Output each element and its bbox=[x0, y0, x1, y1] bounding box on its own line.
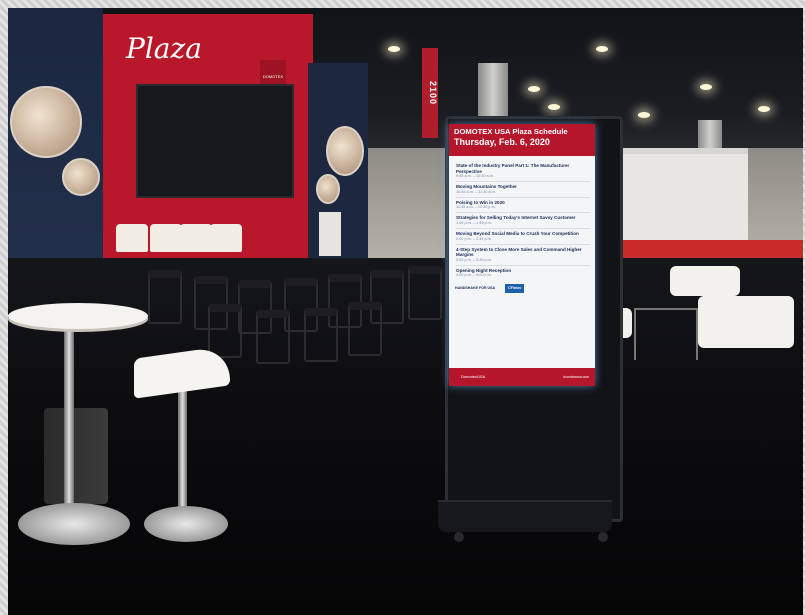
kiosk-base bbox=[438, 500, 612, 532]
audience-chair bbox=[148, 270, 182, 324]
session-time: 9:45 a.m. – 10:30 a.m. bbox=[456, 174, 494, 179]
table-base bbox=[18, 503, 130, 545]
session-item: Moving Mountains Together 10:45 a.m. – 1… bbox=[456, 182, 590, 198]
session-time: 10:45 a.m. – 11:30 a.m. bbox=[456, 189, 496, 194]
session-title: Moving Beyond Social Media to Crush Your… bbox=[456, 230, 579, 236]
session-time: 1:00 p.m. – 1:45 p.m. bbox=[456, 220, 492, 225]
podium bbox=[319, 212, 341, 256]
stool-pole bbox=[178, 388, 187, 518]
lounge-chair bbox=[698, 296, 794, 348]
audience-chair bbox=[348, 302, 382, 356]
schedule-title: DOMOTEX USA Plaza Schedule bbox=[454, 127, 568, 136]
ceiling-light bbox=[700, 84, 712, 90]
sponsor-logo: HANDSHAKE FOR USA bbox=[455, 286, 496, 291]
footer-logo: DomotexUSA bbox=[461, 374, 486, 379]
kiosk-screen: DOMOTEX USA Plaza Schedule Thursday, Feb… bbox=[449, 124, 595, 386]
session-time: 2:00 p.m. – 2:45 p.m. bbox=[456, 236, 492, 241]
session-title: State of the Industry Panel Part 1: The … bbox=[456, 163, 570, 174]
kiosk-wheel bbox=[454, 532, 464, 542]
side-table bbox=[634, 308, 698, 360]
audience-chair bbox=[208, 304, 242, 358]
session-item: State of the Industry Panel Part 1: The … bbox=[456, 161, 590, 183]
stage-chair bbox=[116, 224, 148, 252]
stage-chair bbox=[180, 224, 212, 252]
schedule-header: DOMOTEX USA Plaza Schedule Thursday, Feb… bbox=[449, 124, 595, 156]
session-item: Opening Night Reception 4:00 p.m. – 6:00… bbox=[456, 266, 590, 281]
session-item: Strategies for Selling Today's Internet … bbox=[456, 213, 590, 229]
ceiling-light bbox=[638, 112, 650, 118]
circle-photo bbox=[62, 158, 100, 196]
session-time: 3:00 p.m. – 3:45 p.m. bbox=[456, 257, 492, 262]
stage-chair bbox=[210, 224, 242, 252]
circle-photo bbox=[316, 174, 340, 204]
ceiling-light bbox=[548, 104, 560, 110]
booth-structure bbox=[608, 148, 748, 254]
plaza-logo: Plaza bbox=[126, 32, 202, 65]
stool-base bbox=[144, 506, 228, 542]
high-table bbox=[8, 303, 148, 329]
lounge-chair bbox=[670, 266, 740, 296]
schedule-footer: DomotexUSA domotexusa.com bbox=[449, 368, 595, 386]
trash-bin bbox=[44, 408, 108, 504]
stage-screen bbox=[136, 84, 294, 198]
session-item: Moving Beyond Social Media to Crush Your… bbox=[456, 229, 590, 245]
hall-banner: 2100 bbox=[422, 48, 438, 138]
ceiling-light bbox=[596, 46, 608, 52]
circle-photo bbox=[326, 126, 364, 176]
table-pole bbox=[64, 326, 74, 516]
audience-chair bbox=[408, 266, 442, 320]
session-item: 4-Step System to Close More Sales and Co… bbox=[456, 245, 590, 266]
session-item: Poising to Win in 2020 11:45 a.m. – 12:3… bbox=[456, 198, 590, 214]
audience-chair bbox=[304, 308, 338, 362]
sponsor-logo: CFIntec bbox=[505, 284, 525, 293]
session-time: 4:00 p.m. – 6:00 p.m. bbox=[456, 273, 492, 278]
audience-chair bbox=[256, 310, 290, 364]
stage-chair bbox=[150, 224, 182, 252]
session-list: State of the Industry Panel Part 1: The … bbox=[449, 156, 595, 280]
sponsor-row: HANDSHAKE FOR USA CFIntec bbox=[449, 280, 595, 296]
session-title: 4-Step System to Close More Sales and Co… bbox=[456, 246, 582, 258]
ceiling-light bbox=[758, 106, 770, 112]
ceiling-light bbox=[388, 46, 400, 52]
session-time: 11:45 a.m. – 12:30 p.m. bbox=[456, 205, 496, 210]
circle-photo bbox=[10, 86, 82, 158]
kiosk-wheel bbox=[598, 532, 608, 542]
schedule-date: Thursday, Feb. 6, 2020 bbox=[454, 137, 550, 147]
ceiling-light bbox=[528, 86, 540, 92]
footer-url: domotexusa.com bbox=[563, 375, 589, 379]
trade-show-photo: 2100 Plaza DOMOTEX bbox=[8, 8, 803, 615]
